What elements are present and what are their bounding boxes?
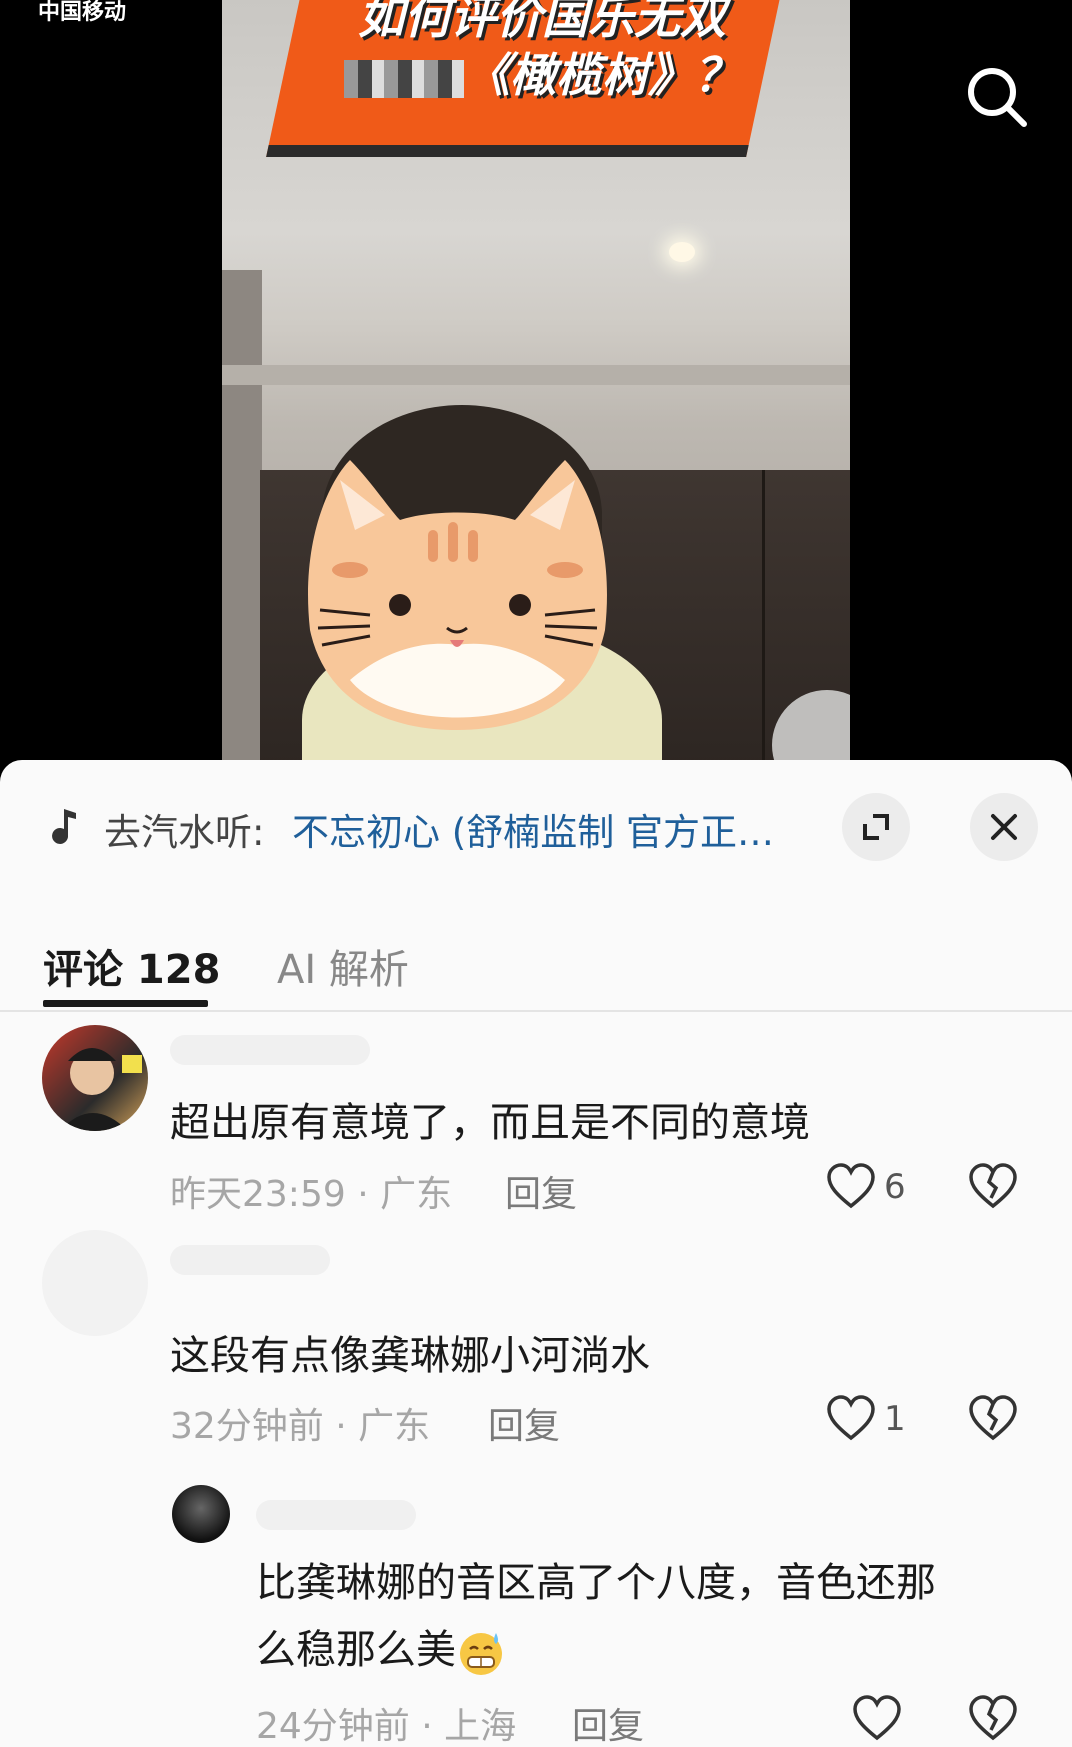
comment-meta: 32分钟前 · 广东	[170, 1406, 431, 1447]
comment-text-line1: 比龚琳娜的音区高了个八度，音色还那	[256, 1560, 936, 1606]
expand-icon	[863, 814, 889, 840]
avatar-image	[60, 1048, 142, 1131]
active-tab-indicator	[43, 1000, 208, 1007]
ceiling-light	[669, 242, 695, 262]
comment-text-line2-row: 么稳那么美	[256, 1617, 506, 1677]
video-title-text: 如何评价国乐无双 《橄榄树》？	[282, 0, 802, 104]
search-icon[interactable]	[962, 62, 1032, 132]
music-prefix: 去汽水听:	[104, 811, 265, 854]
comment-text: 这段有点像龚琳娜小河淌水	[170, 1333, 650, 1379]
like-heart-icon[interactable]	[826, 1162, 876, 1210]
video-title-line1: 如何评价国乐无双	[358, 0, 726, 44]
username-blurred[interactable]	[170, 1035, 370, 1065]
mosaic-blur	[344, 59, 464, 98]
status-carrier: 中国移动	[38, 0, 127, 25]
grimace-sweat-emoji-icon	[460, 1633, 502, 1675]
music-title-link[interactable]: 不忘初心 (舒楠监制 官方正…	[292, 802, 812, 856]
music-link-row[interactable]: 去汽水听: 不忘初心 (舒楠监制 官方正…	[0, 760, 1072, 890]
comment-text-line2: 么稳那么美	[256, 1627, 456, 1673]
dislike-broken-heart-icon[interactable]	[968, 1162, 1018, 1210]
cat-face-sticker	[308, 460, 607, 730]
reply-button[interactable]: 回复	[488, 1397, 560, 1449]
comment-meta: 24分钟前 · 上海	[256, 1706, 517, 1747]
avatar[interactable]	[172, 1485, 230, 1543]
like-count: 6	[884, 1167, 906, 1207]
tab-ai-analysis[interactable]: AI 解析	[277, 937, 409, 995]
username-blurred[interactable]	[256, 1500, 416, 1530]
close-button[interactable]	[970, 793, 1038, 861]
username-blurred[interactable]	[170, 1245, 330, 1275]
video-title-line2: 《橄榄树》？	[464, 48, 740, 102]
dislike-broken-heart-icon[interactable]	[968, 1394, 1018, 1442]
tab-comments[interactable]: 评论 128	[43, 937, 220, 995]
video-player[interactable]: 中国移动 如何评价国乐无双 《橄榄树》？	[0, 0, 1072, 770]
video-title-line2-row: 《橄榄树》？	[282, 46, 802, 104]
music-note-icon	[52, 809, 76, 844]
reply-button[interactable]: 回复	[505, 1165, 577, 1217]
video-ceiling	[222, 365, 850, 385]
cabinet-divider	[762, 470, 765, 770]
comment-sheet: 去汽水听: 不忘初心 (舒楠监制 官方正… 评论 128 AI 解析 超出原有意…	[0, 760, 1072, 1747]
comment-meta: 昨天23:59 · 广东	[170, 1174, 453, 1215]
avatar[interactable]	[42, 1025, 148, 1131]
expand-button[interactable]	[842, 793, 910, 861]
video-frame: 如何评价国乐无双 《橄榄树》？	[222, 0, 850, 770]
comment-text: 超出原有意境了，而且是不同的意境	[170, 1100, 810, 1146]
dislike-broken-heart-icon[interactable]	[968, 1694, 1018, 1742]
comment-tabs: 评论 128 AI 解析	[0, 915, 1072, 1012]
like-count: 1	[884, 1399, 906, 1439]
avatar[interactable]	[42, 1230, 148, 1336]
video-wall	[222, 270, 262, 770]
reply-button[interactable]: 回复	[572, 1697, 644, 1747]
like-heart-icon[interactable]	[852, 1694, 902, 1742]
like-heart-icon[interactable]	[826, 1394, 876, 1442]
close-icon	[991, 814, 1017, 840]
